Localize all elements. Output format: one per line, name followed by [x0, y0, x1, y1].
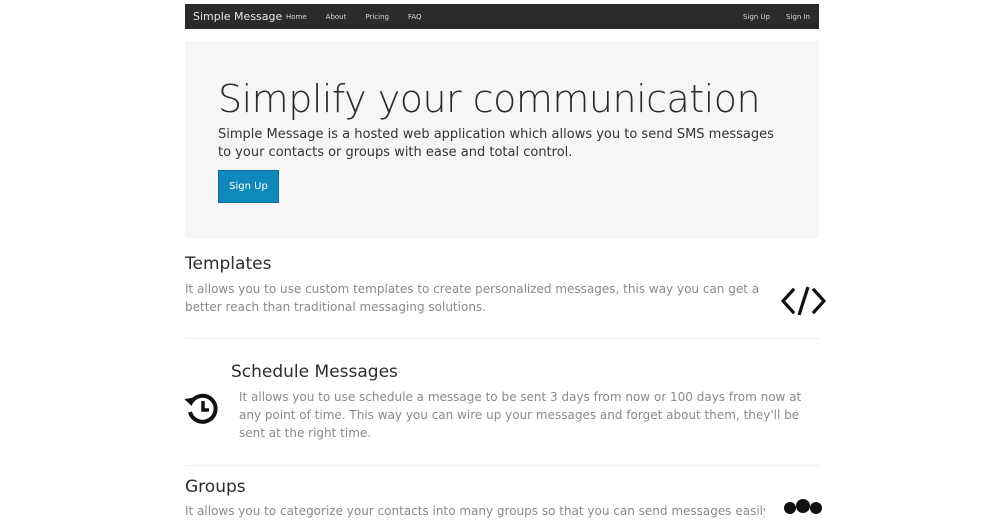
history-icon — [184, 390, 222, 432]
feature-title-templates: Templates — [185, 254, 272, 274]
brand-link[interactable]: Simple Message — [193, 10, 282, 23]
feature-description-groups: It allows you to categorize your contact… — [185, 504, 765, 518]
divider — [185, 338, 819, 339]
hero-section: Simplify your communication Simple Messa… — [185, 41, 819, 238]
divider — [185, 465, 819, 466]
nav-about-link[interactable]: About — [326, 13, 347, 21]
feature-title-schedule: Schedule Messages — [231, 362, 398, 382]
nav-pricing-link[interactable]: Pricing — [365, 13, 389, 21]
navbar: Simple Message Home About Pricing FAQ Si… — [185, 4, 819, 29]
nav-home-link[interactable]: Home — [286, 13, 307, 21]
feature-description-schedule: It allows you to use schedule a message … — [239, 390, 802, 440]
nav-faq-link[interactable]: FAQ — [408, 13, 422, 21]
group-icon — [782, 499, 824, 520]
feature-title-groups: Groups — [185, 477, 246, 497]
signup-button[interactable]: Sign Up — [218, 170, 279, 203]
nav-links: Home About Pricing FAQ — [286, 4, 441, 29]
nav-signin-link[interactable]: Sign In — [786, 13, 810, 21]
code-icon — [780, 285, 827, 321]
feature-description-templates: It allows you to use custom templates to… — [185, 282, 760, 314]
hero-title: Simplify your communication — [218, 77, 761, 121]
nav-signup-link[interactable]: Sign Up — [743, 13, 770, 21]
hero-description: Simple Message is a hosted web applicati… — [218, 127, 774, 160]
nav-auth-links: Sign Up Sign In — [736, 4, 819, 29]
